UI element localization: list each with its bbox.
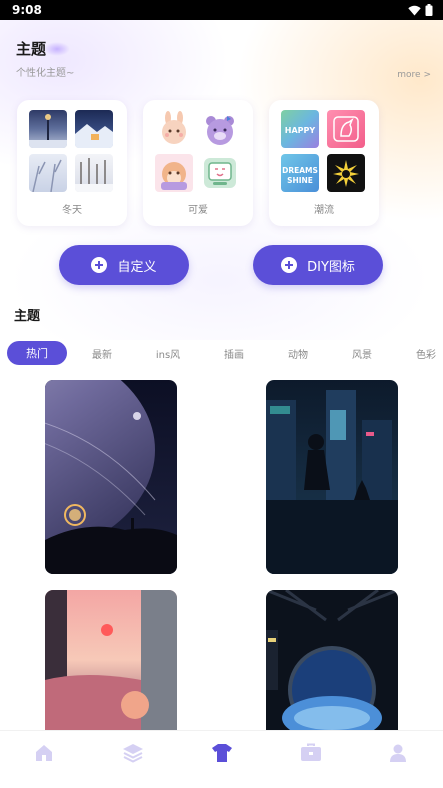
cute-thumb-fox [155,154,193,192]
cute-thumb-tv [201,154,239,192]
status-time: 9:08 [12,3,42,17]
briefcase-icon [301,743,321,761]
wallpaper-space-station[interactable] [266,590,398,730]
theme-card-winter[interactable]: 冬天 [17,100,127,226]
bottom-navigation [0,730,443,788]
page-title: 主题 [16,40,47,58]
winter-thumbnail-grid [29,110,113,192]
cute-thumbnail-grid [155,110,239,192]
winter-thumb-forest [75,154,113,192]
profile-icon [390,744,406,762]
tshirt-icon [212,744,232,762]
cute-thumb-bear [201,110,239,148]
trend-thumbnail-grid: HAPPY DREAMS SHINE [281,110,365,192]
winter-thumb-branches [29,154,67,192]
category-tabs: 热门 最新 ins风 插画 动物 风景 色彩 [0,341,443,367]
wallpaper-planet[interactable] [45,380,177,574]
trend-thumb-sun [327,154,365,192]
theme-card-label: 可爱 [188,205,208,216]
tab-ins-style[interactable]: ins风 [146,341,190,365]
tab-scenery[interactable]: 风景 [340,341,384,365]
theme-card-label: 冬天 [62,205,82,216]
shine-thumb-text: SHINE [287,176,313,185]
battery-icon [425,4,433,16]
wallpaper-city-girl[interactable] [266,380,398,574]
nav-profile[interactable] [386,741,410,765]
cute-thumb-bunny [155,110,193,148]
theme-card-trend[interactable]: HAPPY DREAMS SHINE 潮流 [269,100,379,226]
tab-colors[interactable]: 色彩 [404,341,443,365]
tab-hot[interactable]: 热门 [7,341,67,365]
tab-illustration[interactable]: 插画 [212,341,256,365]
home-icon [36,745,52,761]
title-glow [44,42,70,56]
diy-icon-button-label: DIY图标 [307,259,355,275]
trend-thumb-happy: HAPPY [281,110,319,148]
custom-button-label: 自定义 [117,259,157,275]
dreams-thumb-text: DREAMS [282,166,318,175]
plus-icon [281,257,298,273]
winter-thumb-lamp [29,110,67,148]
nav-home[interactable] [32,741,56,765]
nav-toolbox[interactable] [299,741,323,765]
tab-latest[interactable]: 最新 [80,341,124,365]
more-link[interactable]: more > [397,70,431,80]
happy-thumb-text: HAPPY [285,126,316,135]
page-subtitle: 个性化主题~ [16,68,75,79]
trend-thumb-dreams: DREAMS SHINE [281,154,319,192]
section-title: 主题 [14,309,41,324]
theme-card-label: 潮流 [314,205,334,216]
trend-thumb-unicorn [327,110,365,148]
tab-animals[interactable]: 动物 [276,341,320,365]
theme-card-cute[interactable]: 可爱 [143,100,253,226]
winter-thumb-cabin [75,110,113,148]
layers-icon [123,744,143,763]
wallpaper-sunset[interactable] [45,590,177,730]
status-bar: 9:08 [0,0,443,20]
nav-themes[interactable] [210,741,234,765]
wifi-icon [408,5,421,15]
custom-button[interactable]: 自定义 [59,245,189,285]
status-icons [408,4,433,16]
plus-icon [91,257,108,273]
nav-layers[interactable] [121,741,145,765]
diy-icon-button[interactable]: DIY图标 [253,245,383,285]
